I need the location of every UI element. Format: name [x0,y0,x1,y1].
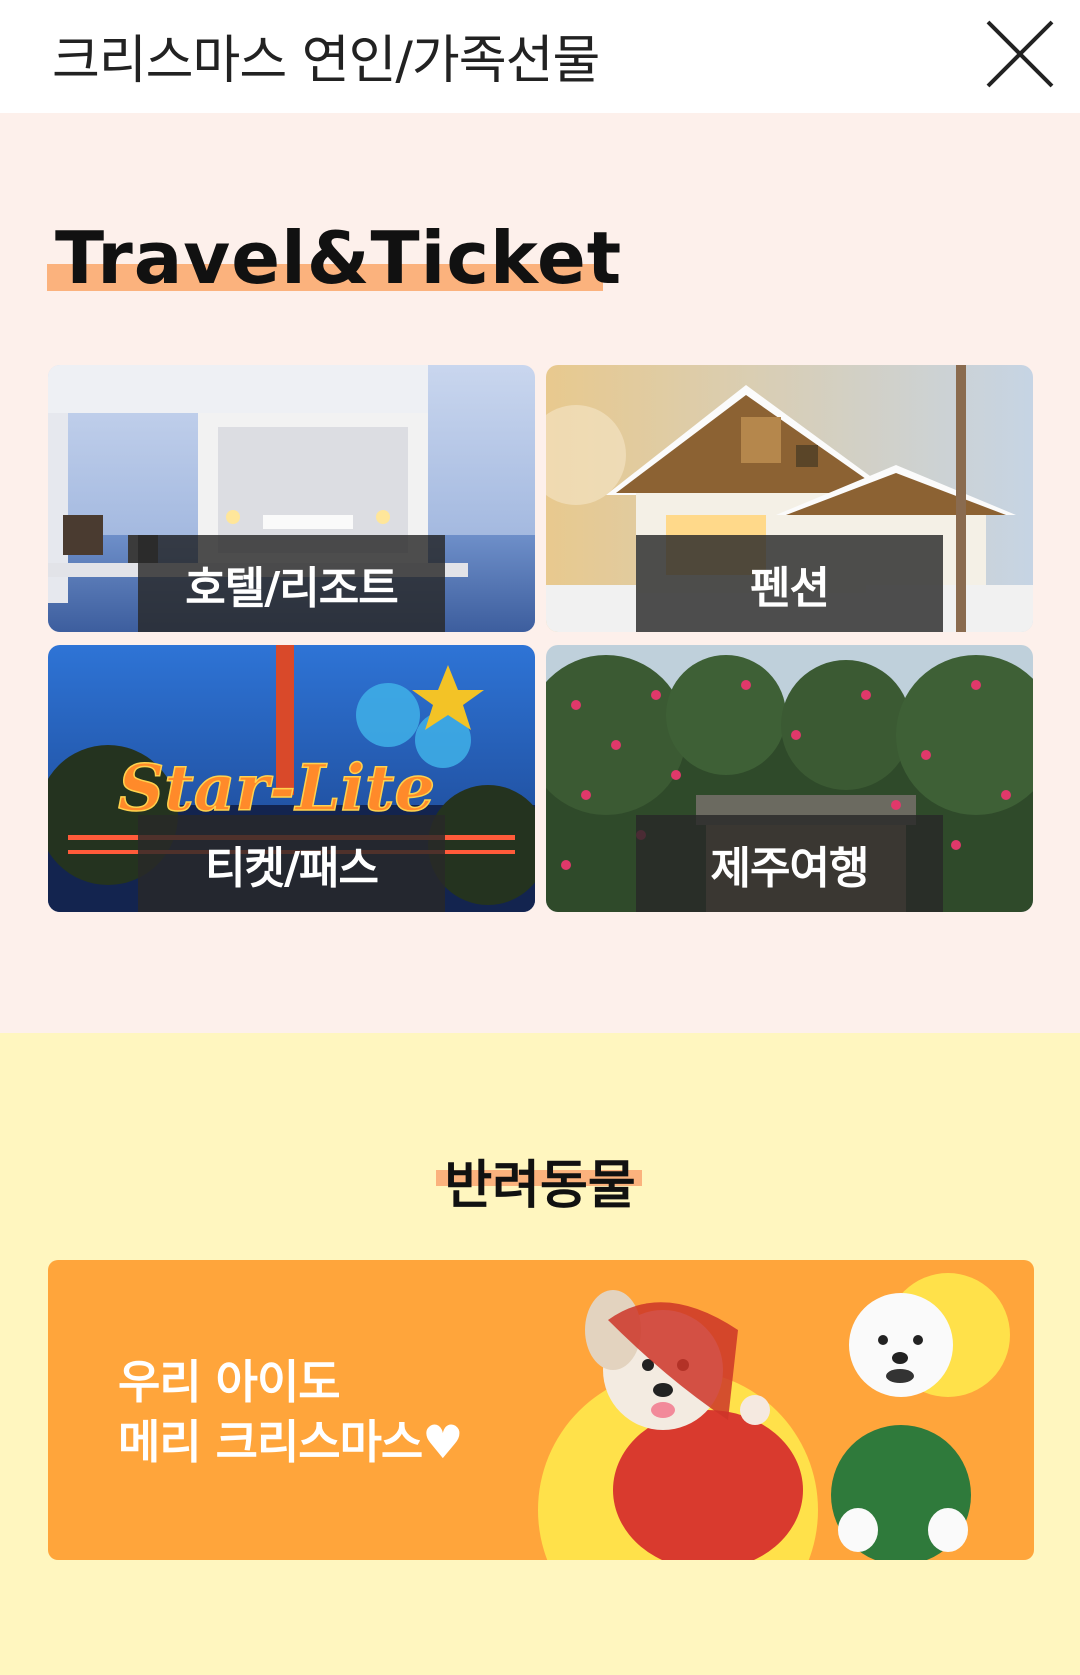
pet-banner-line1: 우리 아이도 [118,1355,341,1409]
travel-ticket-section: Travel&Ticket 호텔/리조트 펜션 Star-Lite 티켓/패스 … [0,113,1080,1033]
tile-jeju-travel[interactable]: 제주여행 [546,645,1033,912]
tile-hotel-resort[interactable]: 호텔/리조트 [48,365,535,632]
pet-banner-text: 우리 아이도 메리 크리스마스♥ [118,1352,463,1472]
pet-banner-line2: 메리 크리스마스♥ [118,1415,463,1469]
tile-label: 티켓/패스 [138,815,445,912]
pet-heading: 반려동물 [444,1156,636,1216]
close-icon [986,20,1054,88]
travel-ticket-heading: Travel&Ticket [55,216,623,300]
tile-label: 제주여행 [636,815,943,912]
tile-pension[interactable]: 펜션 [546,365,1033,632]
pet-section: 반려동물 우리 아이도 메리 크리스마스♥ [0,1033,1080,1675]
page-title: 크리스마스 연인/가족선물 [52,31,600,91]
tile-label: 펜션 [636,535,943,632]
pet-christmas-banner[interactable]: 우리 아이도 메리 크리스마스♥ [48,1260,1034,1560]
close-button[interactable] [984,18,1056,90]
tile-label: 호텔/리조트 [138,535,445,632]
tile-ticket-pass[interactable]: Star-Lite 티켓/패스 [48,645,535,912]
header-bar: 크리스마스 연인/가족선물 [0,0,1080,113]
